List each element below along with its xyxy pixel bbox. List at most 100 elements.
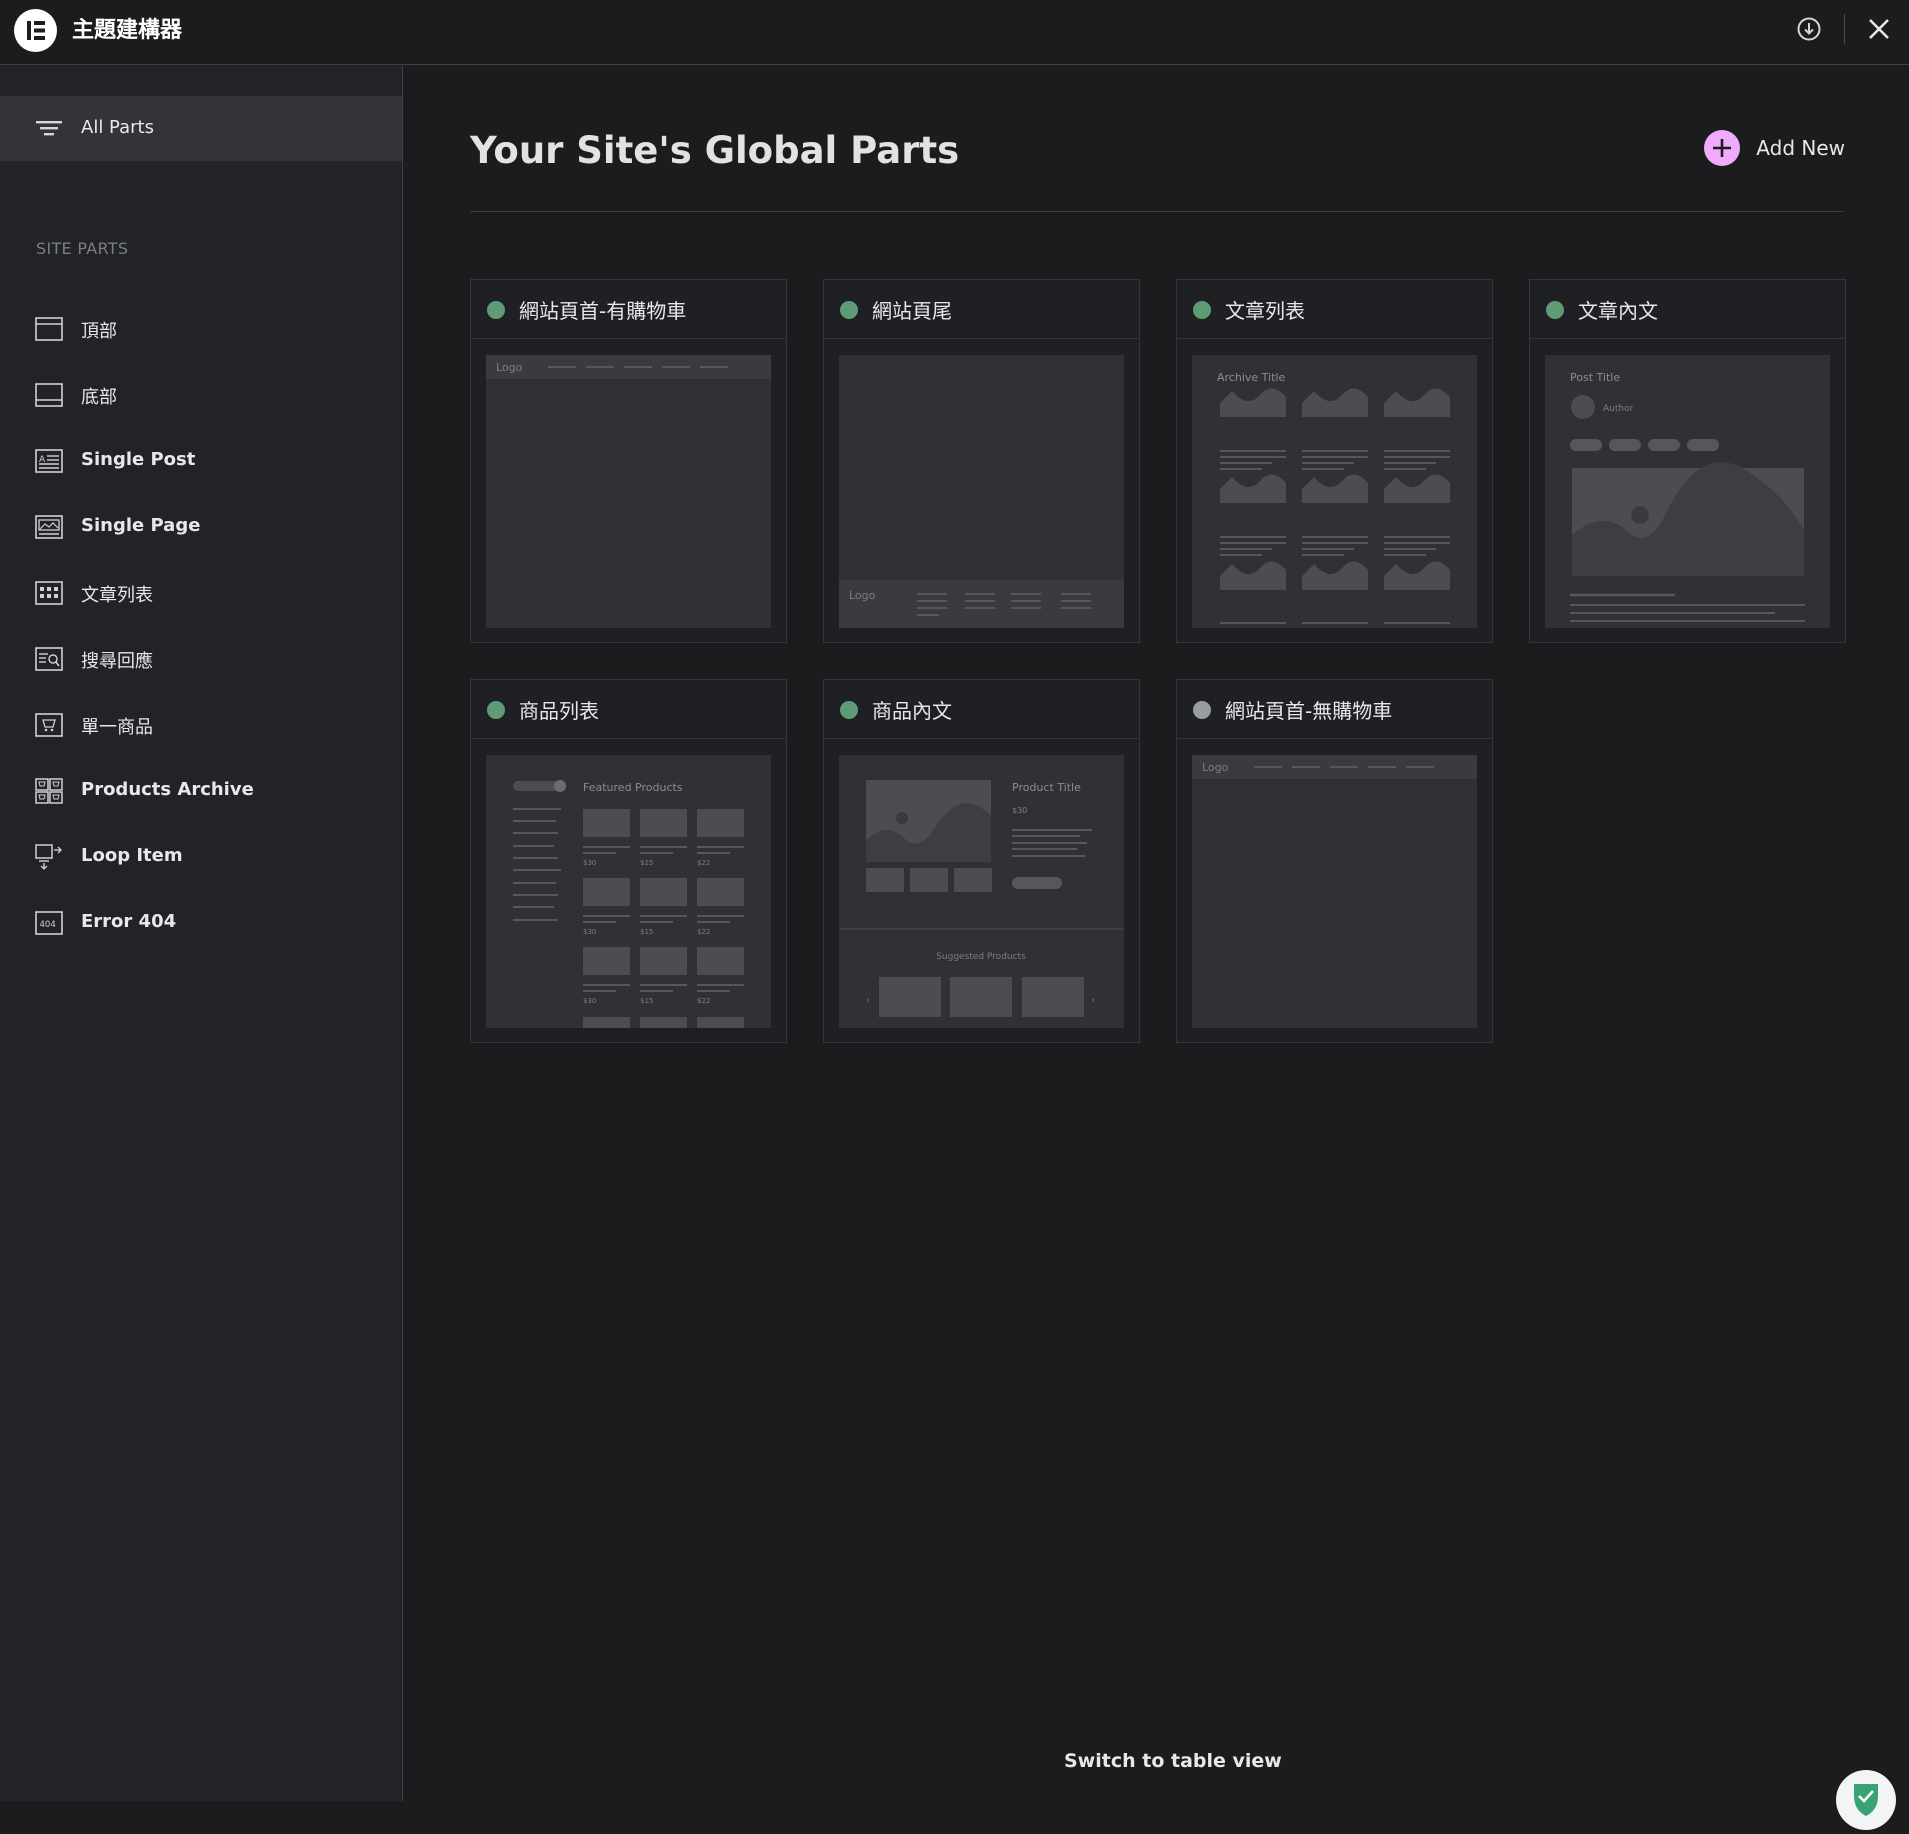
- switch-to-table-view-link[interactable]: Switch to table view: [1064, 1750, 1282, 1772]
- site-part-card[interactable]: 網站頁首-有購物車 Logo: [470, 279, 787, 643]
- thumb-logo-text: Logo: [496, 361, 523, 374]
- sidebar-item-single-post[interactable]: A Single Post: [0, 436, 402, 486]
- sidebar-item-products-archive[interactable]: Products Archive: [0, 766, 402, 816]
- svg-text:$30: $30: [583, 859, 596, 867]
- app-title: 主題建構器: [72, 18, 183, 43]
- svg-text:$30: $30: [583, 928, 596, 936]
- thumb-archive-title: Archive Title: [1217, 371, 1285, 384]
- card-title: 網站頁首-有購物車: [519, 299, 687, 323]
- card-header: 網站頁首-無購物車: [1177, 680, 1492, 739]
- svg-text:$15: $15: [640, 928, 653, 936]
- card-title: 網站頁首-無購物車: [1225, 699, 1393, 723]
- site-part-card[interactable]: 商品內文 Product Title $30 Suggested Product…: [823, 679, 1140, 1043]
- card-preview: Product Title $30 Suggested Products ‹ ›: [839, 755, 1124, 1028]
- thumb-post-title: Post Title: [1570, 371, 1620, 384]
- sidebar-item-single-product[interactable]: 單一商品: [0, 700, 402, 750]
- card-preview: Logo: [486, 355, 771, 628]
- sidebar-item-error-404[interactable]: 404 Error 404: [0, 898, 402, 948]
- products-archive-icon: [35, 778, 63, 804]
- site-part-card[interactable]: 文章列表 Archive Title: [1176, 279, 1493, 643]
- single-page-icon: [35, 515, 63, 539]
- card-title: 文章內文: [1578, 299, 1658, 323]
- add-new-label: Add New: [1756, 136, 1845, 160]
- section-title: SITE PARTS: [36, 239, 129, 258]
- svg-text:$22: $22: [697, 997, 710, 1005]
- svg-text:›: ›: [1091, 995, 1095, 1006]
- card-preview: Logo: [839, 355, 1124, 628]
- archive-icon: [35, 581, 63, 605]
- status-active-icon: [487, 301, 505, 319]
- sidebar-item-single-page[interactable]: Single Page: [0, 502, 402, 552]
- sidebar-item-header[interactable]: 頂部: [0, 304, 402, 354]
- svg-text:404: 404: [40, 920, 56, 930]
- security-shield-icon[interactable]: [1836, 1770, 1896, 1830]
- error-404-icon: 404: [35, 911, 63, 935]
- svg-text:$22: $22: [697, 928, 710, 936]
- single-product-icon: [35, 713, 63, 737]
- download-icon[interactable]: [1796, 16, 1822, 42]
- card-header: 商品內文: [824, 680, 1139, 739]
- all-parts-label: All Parts: [81, 117, 154, 138]
- status-active-icon: [840, 701, 858, 719]
- site-part-card[interactable]: 文章內文 Post Title Author: [1529, 279, 1846, 643]
- search-results-icon: [35, 647, 63, 671]
- card-title: 網站頁尾: [872, 299, 952, 323]
- card-preview: Featured Products $30 $15 $22 $30 $15 $2…: [486, 755, 771, 1028]
- sidebar-item-label: 文章列表: [81, 585, 153, 606]
- sidebar-item-archive[interactable]: 文章列表: [0, 568, 402, 618]
- card-header: 文章內文: [1530, 280, 1845, 339]
- sidebar-item-label: 搜尋回應: [81, 651, 153, 672]
- sidebar: All Parts SITE PARTS 頂部 底部 A Single Post…: [0, 66, 403, 1801]
- sidebar-item-label: 單一商品: [81, 717, 153, 738]
- filter-icon: [36, 121, 62, 136]
- status-active-icon: [840, 301, 858, 319]
- card-header: 文章列表: [1177, 280, 1492, 339]
- single-post-icon: A: [35, 449, 63, 473]
- sidebar-item-label: Loop Item: [81, 845, 183, 866]
- title-divider: [470, 211, 1843, 212]
- card-header: 網站頁尾: [824, 280, 1139, 339]
- thumb-suggested-title: Suggested Products: [936, 952, 1026, 962]
- sidebar-item-label: Error 404: [81, 911, 177, 932]
- card-title: 商品列表: [519, 699, 599, 723]
- site-part-card[interactable]: 網站頁尾 Logo: [823, 279, 1140, 643]
- svg-text:$22: $22: [697, 859, 710, 867]
- svg-text:$15: $15: [640, 859, 653, 867]
- card-title: 商品內文: [872, 699, 952, 723]
- page-title: Your Site's Global Parts: [470, 129, 960, 172]
- sidebar-item-label: Products Archive: [81, 779, 254, 800]
- status-inactive-icon: [1193, 701, 1211, 719]
- sidebar-item-search-results[interactable]: 搜尋回應: [0, 634, 402, 684]
- card-preview: Logo: [1192, 755, 1477, 1028]
- card-preview: Post Title Author: [1545, 355, 1830, 628]
- top-bar: 主題建構器: [0, 0, 1909, 65]
- plus-icon: [1704, 130, 1741, 166]
- svg-text:‹: ‹: [866, 995, 870, 1006]
- sidebar-item-loop-item[interactable]: Loop Item: [0, 832, 402, 882]
- header-icon: [35, 317, 63, 341]
- add-new-button[interactable]: Add New: [1704, 128, 1845, 168]
- status-active-icon: [1193, 301, 1211, 319]
- sidebar-item-label: 底部: [81, 387, 117, 408]
- site-part-card[interactable]: 網站頁首-無購物車 Logo: [1176, 679, 1493, 1043]
- sidebar-item-label: Single Post: [81, 449, 196, 470]
- status-active-icon: [487, 701, 505, 719]
- card-header: 網站頁首-有購物車: [471, 280, 786, 339]
- site-part-card[interactable]: 商品列表 Featured Products $30 $15 $22 $30 $…: [470, 679, 787, 1043]
- sidebar-item-all-parts[interactable]: All Parts: [0, 96, 402, 161]
- close-icon[interactable]: [1867, 17, 1891, 41]
- card-preview: Archive Title: [1192, 355, 1477, 628]
- loop-item-icon: [35, 844, 62, 870]
- card-title: 文章列表: [1225, 299, 1305, 323]
- svg-text:$30: $30: [583, 997, 596, 1005]
- thumb-featured-title: Featured Products: [583, 781, 683, 794]
- footer-icon: [35, 383, 63, 407]
- thumb-author: Author: [1603, 404, 1634, 414]
- svg-text:$15: $15: [640, 997, 653, 1005]
- sidebar-item-label: 頂部: [81, 321, 117, 342]
- main-content: Your Site's Global Parts Add New 網站頁首-有購…: [404, 66, 1909, 1801]
- elementor-logo-icon: [14, 9, 57, 52]
- thumb-logo-text: Logo: [1202, 761, 1229, 774]
- thumb-price: $30: [1012, 806, 1027, 815]
- sidebar-item-footer[interactable]: 底部: [0, 370, 402, 420]
